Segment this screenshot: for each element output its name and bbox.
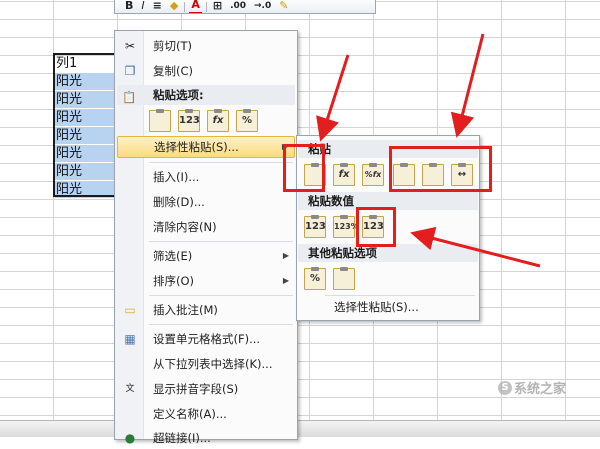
context-menu: ✂ 剪切(T) ❐ 复制(C) 📋 粘贴选项: 123 fx % 选择性粘贴(S… [114, 30, 298, 445]
format-cells-icon: ▦ [124, 332, 136, 346]
menu-item-hyperlink[interactable]: ● 超链接(I)... [117, 427, 295, 449]
watermark: S 系统之家 [498, 378, 566, 397]
format-painter-icon[interactable]: ✎ [277, 0, 290, 13]
menu-item-label: 复制(C) [153, 64, 194, 78]
copy-icon: ❐ [124, 64, 136, 78]
borders-icon[interactable]: ⊞ [211, 0, 224, 13]
menu-item-filter[interactable]: 筛选(E) ▶ [117, 245, 295, 267]
paste-formulas-number-format-button[interactable]: %fx [362, 163, 384, 186]
increase-decimal-button[interactable]: .00 [228, 1, 248, 13]
menu-item-paste-special-dialog[interactable]: 选择性粘贴(S)... [298, 296, 478, 318]
menu-item-label: 插入批注(M) [153, 303, 218, 317]
paste-formulas-button[interactable]: fx [333, 163, 355, 186]
paste-formulas-button[interactable]: fx [207, 109, 229, 132]
menu-item-label: 删除(D)... [153, 195, 205, 209]
menu-item-label: 筛选(E) [153, 249, 193, 263]
horizontal-scrollbar[interactable] [0, 420, 600, 437]
menu-item-label: 清除内容(N) [153, 220, 217, 234]
annotation-box-values [356, 207, 396, 247]
menu-item-label: 选择性粘贴(S)... [154, 140, 239, 154]
menu-item-paste-special[interactable]: 选择性粘贴(S)... ▶ [117, 136, 295, 158]
watermark-logo: S [498, 380, 512, 395]
menu-item-cut[interactable]: ✂ 剪切(T) [117, 35, 295, 57]
menu-item-clear-contents[interactable]: 清除内容(N) [117, 216, 295, 238]
menu-item-insert-comment[interactable]: ▭ 插入批注(M) [117, 299, 295, 321]
comment-icon: ▭ [124, 303, 136, 317]
phonetic-icon: 文 [125, 384, 135, 394]
paste-values-button[interactable]: 123 [304, 215, 326, 238]
italic-button[interactable]: I [139, 0, 146, 13]
menu-item-pick-from-list[interactable]: 从下拉列表中选择(K)... [117, 353, 295, 375]
scissors-icon: ✂ [124, 39, 136, 53]
globe-icon: ● [124, 431, 136, 445]
paste-default-button[interactable] [149, 109, 171, 132]
menu-item-label: 超链接(I)... [153, 431, 211, 445]
bold-button[interactable]: B [123, 0, 135, 13]
paste-picture-button[interactable] [333, 267, 355, 290]
menu-item-define-name[interactable]: 定义名称(A)... [117, 403, 295, 425]
menu-item-label: 设置单元格格式(F)... [153, 332, 261, 346]
paste-options-header: 📋 粘贴选项: [117, 85, 295, 105]
align-center-icon[interactable]: ≡ [151, 0, 164, 13]
menu-item-copy[interactable]: ❐ 复制(C) [117, 60, 295, 82]
menu-item-label: 显示拼音字段(S) [153, 382, 239, 396]
paste-values-number-format-button[interactable]: 123% [333, 215, 359, 238]
submenu-arrow-icon: ▶ [282, 251, 289, 260]
menu-item-label: 定义名称(A)... [153, 407, 227, 421]
menu-item-label: 排序(O) [153, 274, 195, 288]
menu-item-insert[interactable]: 插入(I)... [117, 166, 295, 188]
menu-item-show-phonetic[interactable]: 文 显示拼音字段(S) [117, 378, 295, 400]
menu-item-format-cells[interactable]: ▦ 设置单元格格式(F)... [117, 328, 295, 350]
paste-formatting-button[interactable]: % [236, 109, 258, 132]
menu-item-sort[interactable]: 排序(O) ▶ [117, 270, 295, 292]
watermark-text: 系统之家 [514, 382, 567, 397]
menu-item-label: 剪切(T) [153, 39, 192, 53]
mini-toolbar: B I ≡ ◆ A ⊞ .00 →.0 ✎ [114, 0, 376, 14]
paste-values-button[interactable]: 123 [178, 109, 200, 132]
submenu-arrow-icon: ▶ [282, 276, 289, 285]
selected-range-border [53, 53, 117, 197]
paste-formatting-button[interactable]: % [304, 267, 326, 290]
annotation-box-format-options [389, 146, 492, 192]
clipboard-icon: 📋 [122, 90, 137, 104]
fill-color-icon[interactable]: ◆ [168, 0, 180, 13]
menu-item-label: 从下拉列表中选择(K)... [153, 357, 273, 371]
decrease-decimal-button[interactable]: →.0 [252, 1, 273, 13]
menu-item-delete[interactable]: 删除(D)... [117, 191, 295, 213]
menu-item-label: 插入(I)... [153, 170, 200, 184]
annotation-box-paste [283, 144, 325, 192]
font-color-button[interactable]: A [189, 0, 202, 13]
